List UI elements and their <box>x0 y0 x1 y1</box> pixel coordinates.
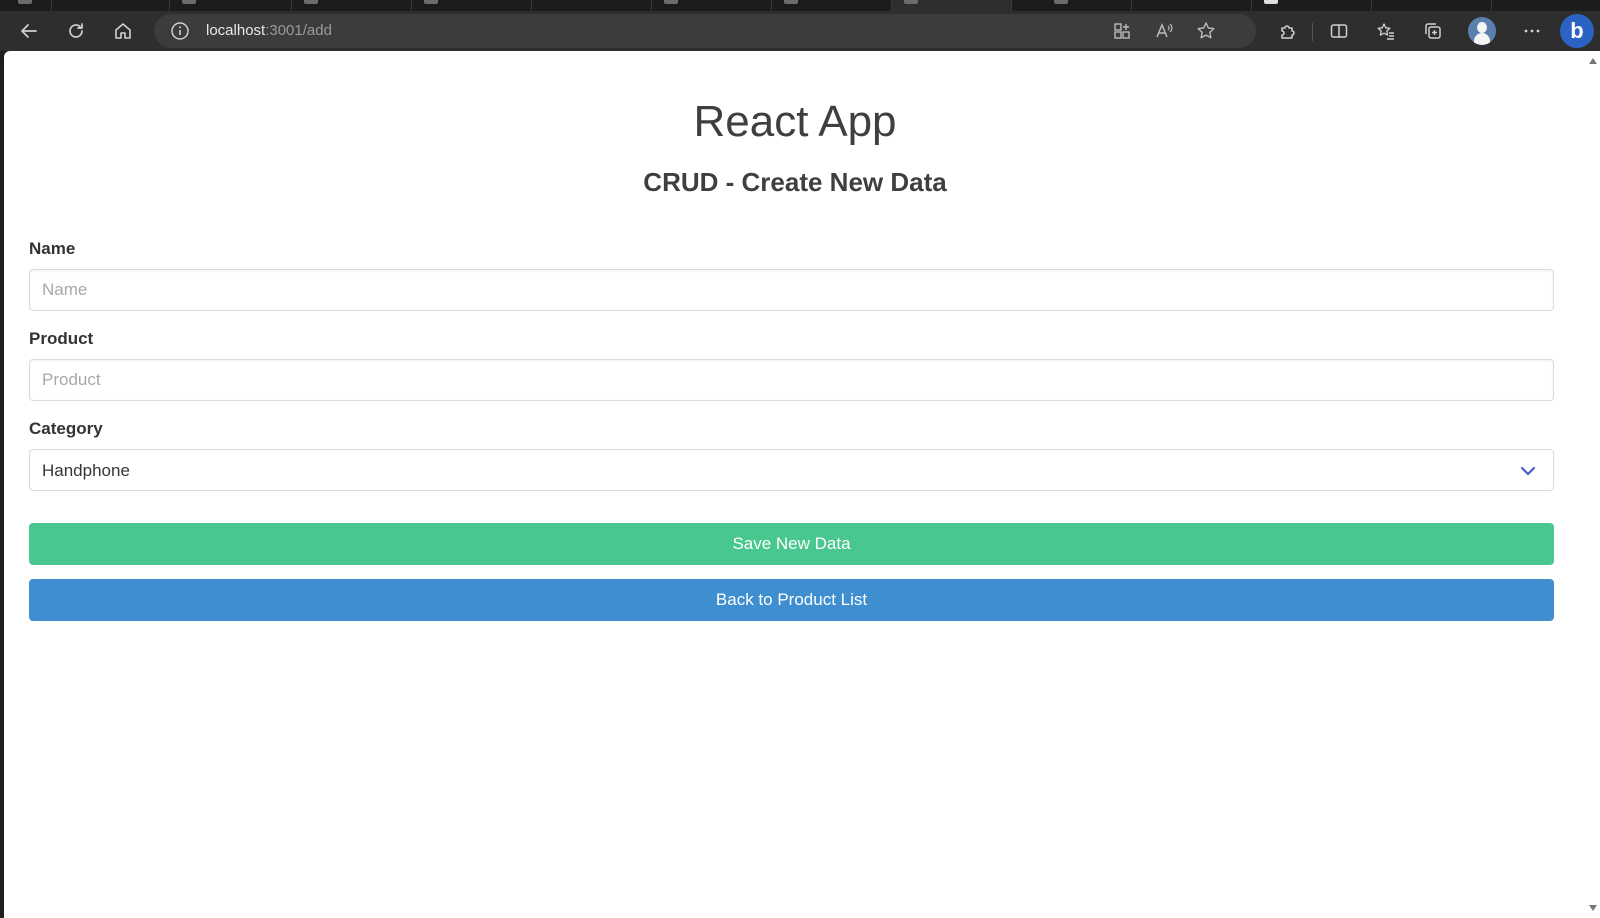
product-label: Product <box>29 329 94 348</box>
url-host: localhost <box>206 22 266 39</box>
bing-copilot-button[interactable]: b <box>1560 14 1594 48</box>
ellipsis-icon <box>1524 29 1540 33</box>
category-select[interactable]: Handphone <box>29 449 1554 491</box>
profile-avatar[interactable] <box>1468 17 1496 45</box>
chevron-down-icon <box>1520 466 1536 476</box>
split-screen-icon <box>1330 24 1348 38</box>
tab-favicon <box>182 0 196 4</box>
star-icon[interactable] <box>1196 21 1216 41</box>
scroll-down-arrow[interactable] <box>1589 905 1597 911</box>
url-path: :3001/add <box>265 22 332 39</box>
tab-favicon <box>664 0 678 4</box>
address-bar[interactable]: localhost:3001/add <box>154 14 1256 48</box>
url-text[interactable]: localhost:3001/add <box>206 22 332 39</box>
scroll-up-arrow[interactable] <box>1589 58 1597 64</box>
vertical-scrollbar[interactable] <box>1586 51 1600 918</box>
tab[interactable] <box>52 0 170 11</box>
collections-icon <box>1425 23 1441 39</box>
tab-favicon <box>18 0 32 4</box>
page-viewport: React App CRUD - Create New Data Name Pr… <box>4 51 1586 918</box>
tab-active[interactable] <box>892 0 1012 11</box>
name-label: Name <box>29 239 76 258</box>
save-new-data-button[interactable]: Save New Data <box>29 523 1554 565</box>
name-input[interactable] <box>29 269 1554 311</box>
category-label: Category <box>29 419 103 438</box>
tab[interactable] <box>1012 0 1132 11</box>
tab[interactable] <box>412 0 532 11</box>
category-selected-value: Handphone <box>42 461 130 480</box>
favorites-icon <box>1377 23 1394 40</box>
tab[interactable] <box>170 0 292 11</box>
avatar-head <box>1477 22 1487 33</box>
tab[interactable] <box>1252 0 1372 11</box>
home-button[interactable] <box>107 15 139 47</box>
tab[interactable] <box>1132 0 1252 11</box>
tab-favicon <box>904 0 918 4</box>
browser-toolbar: localhost:3001/add b <box>0 11 1600 51</box>
tab-favicon <box>1264 0 1278 4</box>
tab-favicon <box>1054 0 1068 4</box>
read-aloud-icon[interactable] <box>1154 21 1174 41</box>
home-icon <box>115 23 131 39</box>
bing-icon: b <box>1570 18 1584 43</box>
tab-strip <box>0 0 1600 11</box>
tab-favicon <box>424 0 438 4</box>
tab[interactable] <box>772 0 892 11</box>
tab-favicon <box>304 0 318 4</box>
page-title: React App <box>693 97 897 146</box>
tab-favicon <box>784 0 798 4</box>
puzzle-icon <box>1281 25 1295 39</box>
tab[interactable] <box>1372 0 1492 11</box>
save-button-label: Save New Data <box>732 534 851 553</box>
app-grid-icon[interactable] <box>1112 21 1132 41</box>
page-subtitle: CRUD - Create New Data <box>643 167 947 197</box>
refresh-button[interactable] <box>60 15 92 47</box>
info-icon[interactable] <box>170 21 190 41</box>
back-button-label: Back to Product List <box>715 590 868 609</box>
collections-button[interactable] <box>1417 15 1449 47</box>
favorites-button[interactable] <box>1370 15 1402 47</box>
toolbar-divider <box>1312 23 1313 41</box>
back-to-product-list-button[interactable]: Back to Product List <box>29 579 1554 621</box>
tab[interactable] <box>292 0 412 11</box>
avatar-body <box>1474 33 1490 45</box>
tab[interactable] <box>0 0 52 11</box>
tab[interactable] <box>652 0 772 11</box>
back-nav-button[interactable] <box>13 15 45 47</box>
refresh-icon <box>69 23 83 38</box>
product-input[interactable] <box>29 359 1554 401</box>
tab[interactable] <box>532 0 652 11</box>
split-screen-button[interactable] <box>1323 15 1355 47</box>
extensions-button[interactable] <box>1272 15 1304 47</box>
arrow-left-icon <box>21 24 37 38</box>
more-options-button[interactable] <box>1516 15 1548 47</box>
